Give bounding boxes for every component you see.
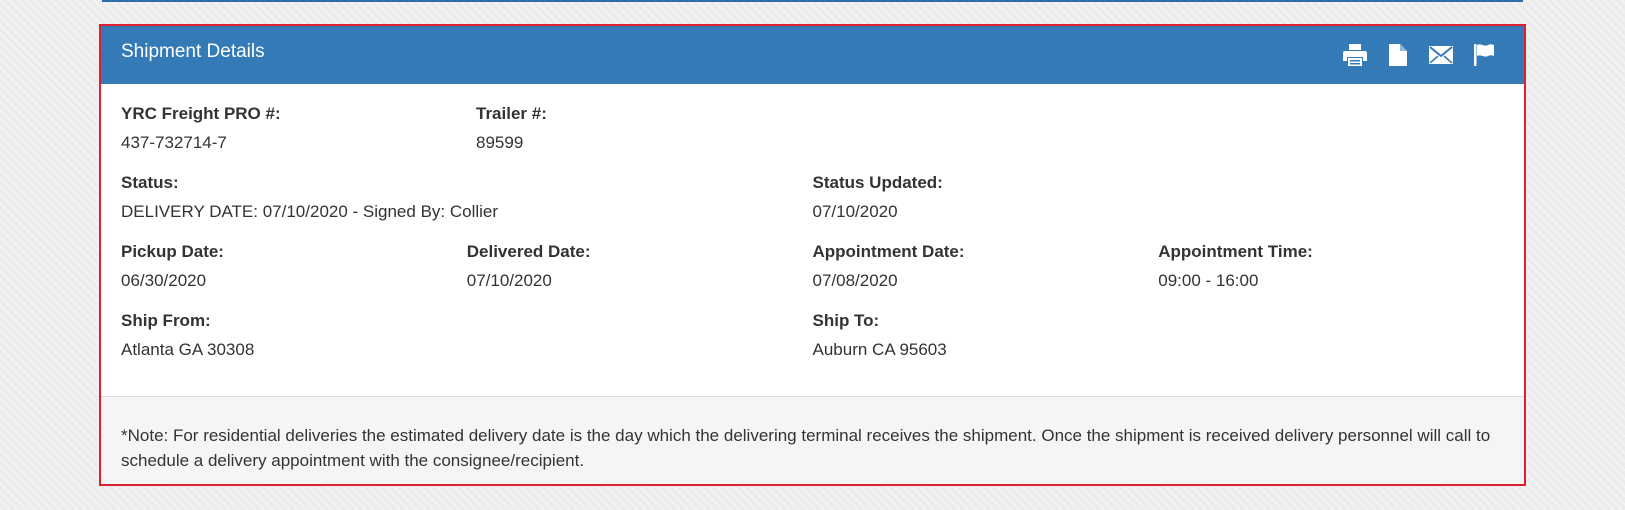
- delivered-date-label: Delivered Date:: [466, 242, 591, 261]
- panel-header: Shipment Details: [101, 26, 1524, 84]
- appointment-date-label: Appointment Date:: [812, 242, 965, 261]
- appointment-date-value: 07/08/2020: [812, 271, 898, 290]
- status-updated-value: 07/10/2020: [812, 202, 898, 221]
- print-icon[interactable]: [1342, 43, 1367, 68]
- pro-number-label: YRC Freight PRO #:: [121, 104, 281, 123]
- details-row-1: YRC Freight PRO #: 437-732714-7 Trailer …: [121, 104, 1504, 173]
- details-row-4: Ship From: Atlanta GA 30308 Ship To: Aub…: [121, 311, 1504, 380]
- panel-actions: [1342, 43, 1496, 68]
- pickup-date-value: 06/30/2020: [121, 271, 207, 290]
- ship-from-value: Atlanta GA 30308: [121, 340, 255, 359]
- pickup-date-label: Pickup Date:: [121, 242, 224, 261]
- delivered-date-value: 07/10/2020: [466, 271, 552, 290]
- panel-title: Shipment Details: [121, 41, 265, 62]
- status-value: DELIVERY DATE: 07/10/2020 - Signed By: C…: [121, 202, 499, 221]
- pro-number-value: 437-732714-7: [121, 133, 227, 152]
- status-updated-label: Status Updated:: [812, 173, 943, 192]
- shipment-details-panel: Shipment Details YRC Freight PRO #: 437-…: [99, 24, 1526, 486]
- ship-from-label: Ship From:: [121, 311, 211, 330]
- status-label: Status:: [121, 173, 179, 192]
- document-icon[interactable]: [1385, 43, 1410, 68]
- ship-to-label: Ship To:: [812, 311, 880, 330]
- trailer-value: 89599: [476, 133, 524, 152]
- appointment-time-label: Appointment Time:: [1158, 242, 1313, 261]
- envelope-icon[interactable]: [1428, 43, 1453, 68]
- details-row-3: Pickup Date: 06/30/2020 Delivered Date: …: [121, 242, 1504, 311]
- appointment-time-value: 09:00 - 16:00: [1158, 271, 1259, 290]
- top-divider: [102, 0, 1523, 2]
- panel-footer: *Note: For residential deliveries the es…: [101, 396, 1524, 484]
- ship-to-value: Auburn CA 95603: [812, 340, 947, 359]
- flag-icon[interactable]: [1471, 43, 1496, 68]
- details-body: YRC Freight PRO #: 437-732714-7 Trailer …: [101, 84, 1524, 400]
- delivery-note: *Note: For residential deliveries the es…: [121, 426, 1491, 470]
- details-row-2: Status: DELIVERY DATE: 07/10/2020 - Sign…: [121, 173, 1504, 242]
- trailer-label: Trailer #:: [476, 104, 547, 123]
